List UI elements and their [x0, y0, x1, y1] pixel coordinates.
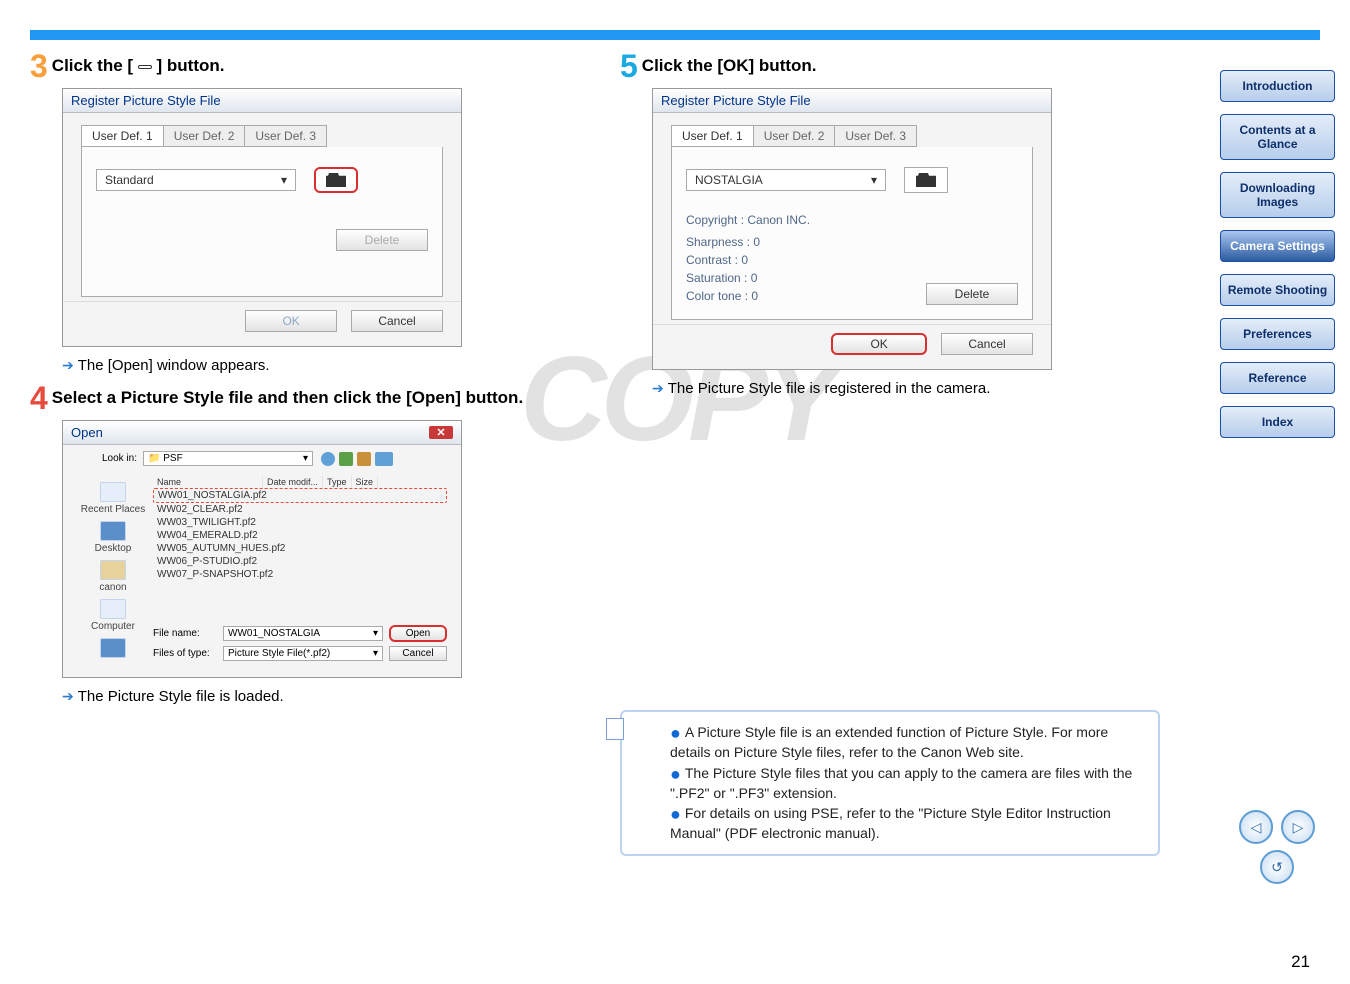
info-note-box: ●A Picture Style file is an extended fun… [620, 710, 1160, 856]
tab-user-def-3[interactable]: User Def. 3 [244, 125, 327, 147]
bullet-icon: ● [670, 723, 681, 743]
up-icon[interactable] [339, 452, 353, 466]
nav-preferences[interactable]: Preferences [1220, 318, 1335, 350]
note-doc-icon [606, 718, 624, 740]
page-number: 21 [1291, 952, 1310, 972]
cancel-button[interactable]: Cancel [351, 310, 443, 332]
tab-user-def-1[interactable]: User Def. 1 [81, 125, 164, 147]
nav-contents[interactable]: Contents at a Glance [1220, 114, 1335, 160]
file-type-label: Files of type: [153, 648, 223, 659]
open-file-dialog: Open ✕ Look in: 📁 PSF▾ Recent Pla [62, 420, 462, 678]
arrow-right-icon: ➔ [62, 688, 74, 704]
step-5-number: 5 [620, 50, 638, 82]
copyright-text: Copyright : Canon INC. [686, 213, 1018, 227]
nav-introduction[interactable]: Introduction [1220, 70, 1335, 102]
tab-user-def-3[interactable]: User Def. 3 [834, 125, 917, 147]
file-item[interactable]: WW03_TWILIGHT.pf2 [153, 516, 447, 529]
canon-folder-icon[interactable] [100, 560, 126, 580]
tab-user-def-2[interactable]: User Def. 2 [753, 125, 836, 147]
step-5-result: ➔The Picture Style file is registered in… [652, 380, 1190, 397]
dialog-title: Register Picture Style File [653, 89, 1051, 113]
bullet-icon: ● [670, 764, 681, 784]
network-icon[interactable] [100, 638, 126, 658]
style-dropdown[interactable]: NOSTALGIA▾ [686, 169, 886, 191]
tab-user-def-1[interactable]: User Def. 1 [671, 125, 754, 147]
close-icon[interactable]: ✕ [429, 426, 453, 439]
step-3-number: 3 [30, 50, 48, 82]
arrow-right-icon: ➔ [652, 380, 664, 396]
ok-button[interactable]: OK [831, 333, 927, 355]
step-3-text: Click the [ ] button. [52, 50, 225, 76]
nav-downloading[interactable]: Downloading Images [1220, 172, 1335, 218]
next-page-icon[interactable]: ▷ [1281, 810, 1315, 844]
dialog-title: Register Picture Style File [63, 89, 461, 113]
file-item[interactable]: WW05_AUTUMN_HUES.pf2 [153, 542, 447, 555]
prev-page-icon[interactable]: ◁ [1239, 810, 1273, 844]
open-file-icon-button[interactable] [314, 167, 358, 193]
bullet-icon: ● [670, 804, 681, 824]
file-name-input[interactable]: WW01_NOSTALGIA▾ [223, 626, 383, 641]
step-4-number: 4 [30, 382, 48, 414]
view-menu-icon[interactable] [375, 452, 393, 466]
file-type-select[interactable]: Picture Style File(*.pf2)▾ [223, 646, 383, 661]
file-item[interactable]: WW04_EMERALD.pf2 [153, 529, 447, 542]
nav-camera-settings[interactable]: Camera Settings [1220, 230, 1335, 262]
nav-reference[interactable]: Reference [1220, 362, 1335, 394]
delete-button[interactable]: Delete [336, 229, 428, 251]
step-3-result: ➔The [Open] window appears. [62, 357, 600, 374]
open-button[interactable]: Open [389, 625, 447, 642]
page-top-bar [30, 30, 1320, 40]
computer-icon[interactable] [100, 599, 126, 619]
cancel-file-button[interactable]: Cancel [389, 646, 447, 661]
back-icon[interactable] [321, 452, 335, 466]
look-in-select[interactable]: 📁 PSF▾ [143, 451, 313, 466]
nav-remote-shooting[interactable]: Remote Shooting [1220, 274, 1335, 306]
ok-button[interactable]: OK [245, 310, 337, 332]
step-4-text: Select a Picture Style file and then cli… [52, 382, 523, 408]
register-style-dialog-2: Register Picture Style File User Def. 1 … [652, 88, 1052, 370]
folder-open-icon [138, 65, 152, 69]
step-4-result: ➔The Picture Style file is loaded. [62, 688, 600, 705]
tab-user-def-2[interactable]: User Def. 2 [163, 125, 246, 147]
step-5-text: Click the [OK] button. [642, 50, 817, 76]
style-params: Sharpness : 0 Contrast : 0 Saturation : … [686, 233, 760, 305]
new-folder-icon[interactable] [357, 452, 371, 466]
nav-sidebar: Introduction Contents at a Glance Downlo… [1220, 70, 1335, 450]
file-item[interactable]: WW07_P-SNAPSHOT.pf2 [153, 568, 447, 581]
file-item[interactable]: WW06_P-STUDIO.pf2 [153, 555, 447, 568]
return-icon[interactable]: ↺ [1260, 850, 1294, 884]
nav-index[interactable]: Index [1220, 406, 1335, 438]
delete-button[interactable]: Delete [926, 283, 1018, 305]
cancel-button[interactable]: Cancel [941, 333, 1033, 355]
file-item[interactable]: WW02_CLEAR.pf2 [153, 503, 447, 516]
file-item[interactable]: WW01_NOSTALGIA.pf2 [153, 488, 447, 503]
open-file-icon-button[interactable] [904, 167, 948, 193]
file-list-header: Name Date modif... Type Size [153, 476, 447, 488]
arrow-right-icon: ➔ [62, 357, 74, 373]
look-in-label: Look in: [71, 453, 143, 464]
page-nav-circles: ◁ ▷ ↺ [1239, 810, 1315, 884]
register-style-dialog-1: Register Picture Style File User Def. 1 … [62, 88, 462, 347]
file-name-label: File name: [153, 628, 223, 639]
style-dropdown[interactable]: Standard▾ [96, 169, 296, 191]
recent-places-icon[interactable] [100, 482, 126, 502]
open-dialog-title: Open [71, 425, 103, 440]
desktop-icon[interactable] [100, 521, 126, 541]
